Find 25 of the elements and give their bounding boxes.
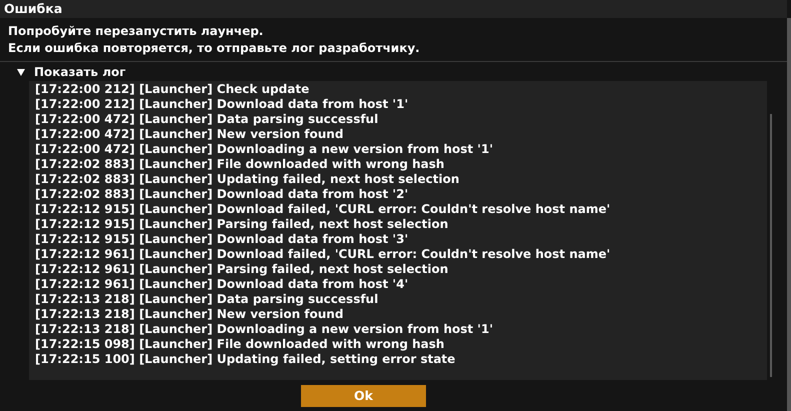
log-line: [17:22:02 883] [Launcher] Updating failed, next host selection xyxy=(35,172,460,187)
log-line: [17:22:12 915] [Launcher] Download failed, 'CURL error: Couldn't resolve host name' xyxy=(35,202,612,217)
log-line: [17:22:13 218] [Launcher] Data parsing successful xyxy=(35,292,380,307)
log-line: [17:22:12 915] [Launcher] Parsing failed, next host selection xyxy=(35,217,450,232)
log-line: [17:22:00 212] [Launcher] Check update xyxy=(35,82,310,97)
log-line: [17:22:13 218] [Launcher] New version found xyxy=(35,307,344,322)
log-line: [17:22:12 961] [Launcher] Parsing failed, next host selection xyxy=(35,262,450,277)
log-line: [17:22:15 098] [Launcher] File downloaded with wrong hash xyxy=(35,337,446,352)
log-line: [17:22:02 883] [Launcher] File downloaded with wrong hash xyxy=(35,157,446,172)
scrollbar[interactable] xyxy=(770,114,772,377)
log-line: [17:22:00 472] [Launcher] Data parsing successful xyxy=(35,112,380,127)
log-line: [17:22:00 212] [Launcher] Download data from host '1' xyxy=(35,97,410,112)
message-text: Попробуйте перезапустить лаунчер. xyxy=(8,23,264,40)
log-line: [17:22:12 961] [Launcher] Download failed, 'CURL error: Couldn't resolve host name' xyxy=(35,247,612,262)
log-line: [17:22:12 961] [Launcher] Download data from host '4' xyxy=(35,277,410,292)
message-text: Если ошибка повторяется, то отправьте лог разработчику. xyxy=(8,40,421,57)
window-title: Ошибка xyxy=(0,0,787,18)
log-line: [17:22:00 472] [Launcher] New version found xyxy=(35,127,344,142)
log-line: [17:22:12 915] [Launcher] Download data from host '3' xyxy=(35,232,410,247)
show-log-toggle[interactable]: Показать лог xyxy=(0,62,126,81)
triangle-icon xyxy=(17,68,25,76)
log-line: [17:22:13 218] [Launcher] Downloading a new version from host '1' xyxy=(35,322,494,337)
log-line: [17:22:00 472] [Launcher] Downloading a new version from host '1' xyxy=(35,142,494,157)
log-line: [17:22:02 883] [Launcher] Download data from host '2' xyxy=(35,187,410,202)
log-line: [17:22:15 100] [Launcher] Updating failed, setting error state xyxy=(35,352,456,367)
